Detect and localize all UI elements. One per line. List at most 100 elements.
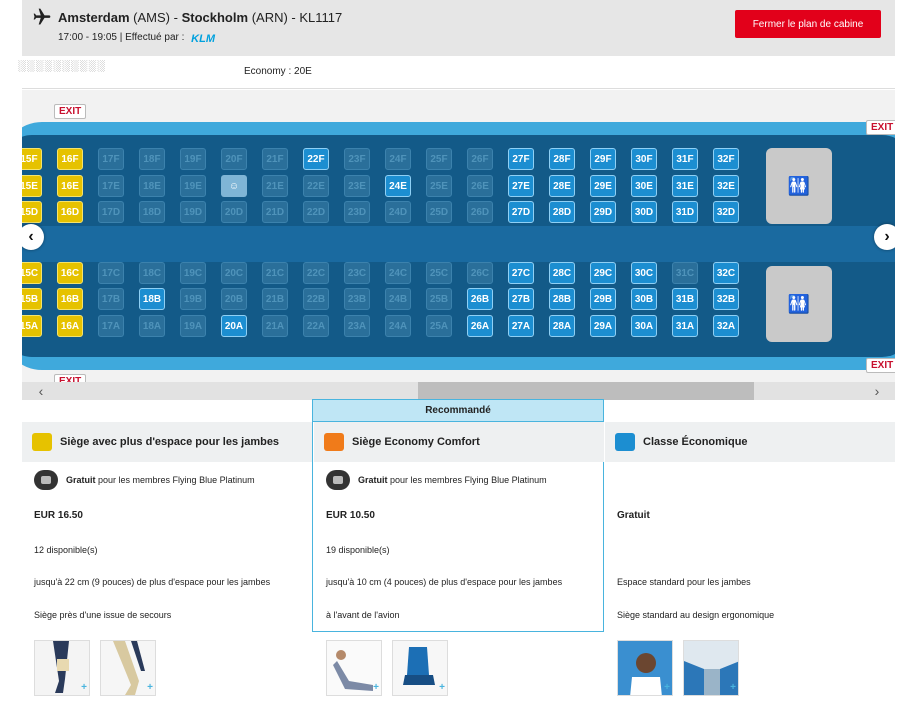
cabin-seat-map[interactable]: EXIT EXIT EXIT EXIT 🚻 🚻 15F15E15D15C15B1…	[22, 90, 895, 400]
seat-25B[interactable]: 25B	[426, 288, 452, 310]
seat-15E[interactable]: 15E	[22, 175, 42, 197]
seat-19E[interactable]: 19E	[180, 175, 206, 197]
seat-26D[interactable]: 26D	[467, 201, 493, 223]
seat-26C[interactable]: 26C	[467, 262, 493, 284]
panel-economy[interactable]: Classe Économique Gratuit Espace standar…	[605, 422, 895, 620]
seat-16F[interactable]: 16F	[57, 148, 83, 170]
seat-23D[interactable]: 23D	[344, 201, 370, 223]
seat-21C[interactable]: 21C	[262, 262, 288, 284]
seat-31D[interactable]: 31D	[672, 201, 698, 223]
seat-32C[interactable]: 32C	[713, 262, 739, 284]
legroom-photo-1[interactable]: +	[34, 640, 90, 696]
seat-23A[interactable]: 23A	[344, 315, 370, 337]
seat-18E[interactable]: 18E	[139, 175, 165, 197]
seat-21F[interactable]: 21F	[262, 148, 288, 170]
scrollbar-left-icon[interactable]: ‹	[32, 382, 50, 400]
economy-photo-1[interactable]: +	[617, 640, 673, 696]
seat-30E[interactable]: 30E	[631, 175, 657, 197]
seat-19B[interactable]: 19B	[180, 288, 206, 310]
scrollbar-thumb[interactable]	[418, 382, 754, 400]
seat-19D[interactable]: 19D	[180, 201, 206, 223]
seat-18A[interactable]: 18A	[139, 315, 165, 337]
seat-24B[interactable]: 24B	[385, 288, 411, 310]
seat-30B[interactable]: 30B	[631, 288, 657, 310]
comfort-photo-2[interactable]: +	[392, 640, 448, 696]
seat-16D[interactable]: 16D	[57, 201, 83, 223]
seat-27E[interactable]: 27E	[508, 175, 534, 197]
seat-26F[interactable]: 26F	[467, 148, 493, 170]
seat-23E[interactable]: 23E	[344, 175, 370, 197]
seat-19A[interactable]: 19A	[180, 315, 206, 337]
seat-20A[interactable]: 20A	[221, 315, 247, 337]
seat-20B[interactable]: 20B	[221, 288, 247, 310]
seat-19F[interactable]: 19F	[180, 148, 206, 170]
seat-31B[interactable]: 31B	[672, 288, 698, 310]
economy-photo-2[interactable]: +	[683, 640, 739, 696]
seat-27B[interactable]: 27B	[508, 288, 534, 310]
seat-26E[interactable]: 26E	[467, 175, 493, 197]
seat-31E[interactable]: 31E	[672, 175, 698, 197]
seat-16C[interactable]: 16C	[57, 262, 83, 284]
seat-21E[interactable]: 21E	[262, 175, 288, 197]
seat-30D[interactable]: 30D	[631, 201, 657, 223]
seat-22F[interactable]: 22F	[303, 148, 329, 170]
seat-24D[interactable]: 24D	[385, 201, 411, 223]
seat-29D[interactable]: 29D	[590, 201, 616, 223]
seat-15F[interactable]: 15F	[22, 148, 42, 170]
seat-17B[interactable]: 17B	[98, 288, 124, 310]
seat-15A[interactable]: 15A	[22, 315, 42, 337]
seat-22E[interactable]: 22E	[303, 175, 329, 197]
seat-29E[interactable]: 29E	[590, 175, 616, 197]
seat-27F[interactable]: 27F	[508, 148, 534, 170]
seat-28D[interactable]: 28D	[549, 201, 575, 223]
seat-17F[interactable]: 17F	[98, 148, 124, 170]
seat-26B[interactable]: 26B	[467, 288, 493, 310]
seat-17C[interactable]: 17C	[98, 262, 124, 284]
seat-15C[interactable]: 15C	[22, 262, 42, 284]
panel-extra-legroom[interactable]: Siège avec plus d'espace pour les jambes…	[22, 422, 312, 620]
seat-32B[interactable]: 32B	[713, 288, 739, 310]
seat-32D[interactable]: 32D	[713, 201, 739, 223]
seat-24F[interactable]: 24F	[385, 148, 411, 170]
seat-24A[interactable]: 24A	[385, 315, 411, 337]
seat-21B[interactable]: 21B	[262, 288, 288, 310]
seat-31C[interactable]: 31C	[672, 262, 698, 284]
seat-17D[interactable]: 17D	[98, 201, 124, 223]
seat-18C[interactable]: 18C	[139, 262, 165, 284]
seat-27A[interactable]: 27A	[508, 315, 534, 337]
seat-32E[interactable]: 32E	[713, 175, 739, 197]
seat-15B[interactable]: 15B	[22, 288, 42, 310]
seat-25F[interactable]: 25F	[426, 148, 452, 170]
seat-22C[interactable]: 22C	[303, 262, 329, 284]
seat-28B[interactable]: 28B	[549, 288, 575, 310]
seat-23F[interactable]: 23F	[344, 148, 370, 170]
legroom-photo-2[interactable]: +	[100, 640, 156, 696]
seat-24E[interactable]: 24E	[385, 175, 411, 197]
seat-31A[interactable]: 31A	[672, 315, 698, 337]
seat-32F[interactable]: 32F	[713, 148, 739, 170]
seat-22B[interactable]: 22B	[303, 288, 329, 310]
seat-28E[interactable]: 28E	[549, 175, 575, 197]
selected-seat-passenger-icon[interactable]: ☺	[221, 175, 247, 197]
seat-28C[interactable]: 28C	[549, 262, 575, 284]
seat-25A[interactable]: 25A	[426, 315, 452, 337]
seat-26A[interactable]: 26A	[467, 315, 493, 337]
seat-19C[interactable]: 19C	[180, 262, 206, 284]
panel-economy-comfort[interactable]: Siège Economy Comfort Gratuit pour les m…	[314, 422, 604, 620]
seat-25C[interactable]: 25C	[426, 262, 452, 284]
seat-18B[interactable]: 18B	[139, 288, 165, 310]
seat-23C[interactable]: 23C	[344, 262, 370, 284]
seat-20F[interactable]: 20F	[221, 148, 247, 170]
seat-28F[interactable]: 28F	[549, 148, 575, 170]
seat-20D[interactable]: 20D	[221, 201, 247, 223]
seat-23B[interactable]: 23B	[344, 288, 370, 310]
seat-17E[interactable]: 17E	[98, 175, 124, 197]
seat-24C[interactable]: 24C	[385, 262, 411, 284]
seat-29F[interactable]: 29F	[590, 148, 616, 170]
scroll-right-arrow-icon[interactable]: ›	[874, 224, 895, 250]
seat-22D[interactable]: 22D	[303, 201, 329, 223]
seat-28A[interactable]: 28A	[549, 315, 575, 337]
seat-17A[interactable]: 17A	[98, 315, 124, 337]
seat-27D[interactable]: 27D	[508, 201, 534, 223]
seat-16E[interactable]: 16E	[57, 175, 83, 197]
